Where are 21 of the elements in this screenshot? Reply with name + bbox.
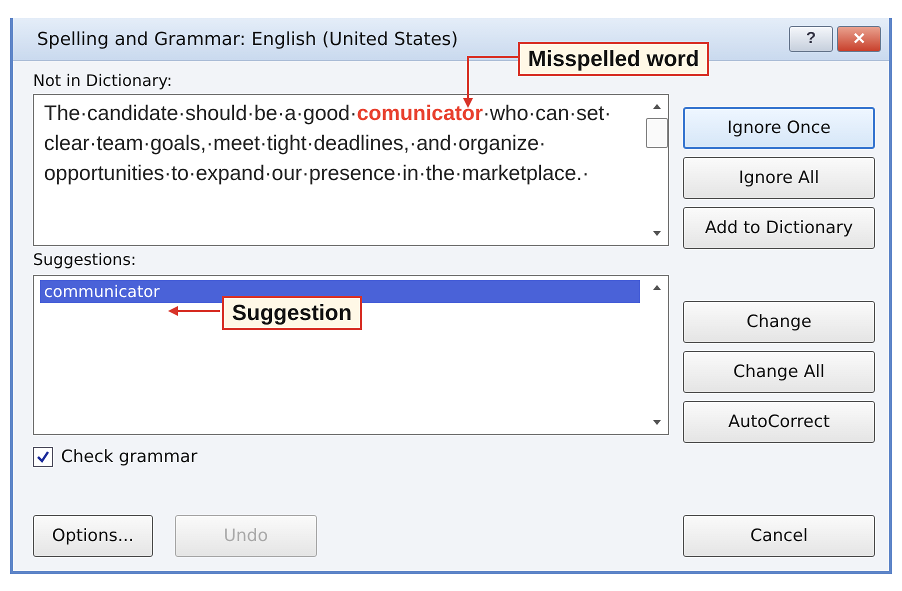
- sentence-field[interactable]: The·candidate·should·be·a·good·comunicator·who·can·set·clear·team·goals,·meet·tight·deadlines,·and·organize·opportunities·to·expand·our·presence·in·the·marketplace.·: [33, 94, 669, 246]
- sentence-text: The·candidate·should·be·a·good·comunicator·who·can·set·clear·team·goals,·meet·tight·deadlines,·and·organize·opportunities·to·expand·our·presence·in·the·marketplace.·: [43, 101, 612, 187]
- dialog-button[interactable]: Options...: [33, 515, 153, 557]
- checkbox-label: Check grammar: [61, 447, 198, 467]
- callout-label: Suggestion: [222, 296, 362, 330]
- callout-label: Misspelled word: [518, 42, 710, 76]
- window-title: Spelling and Grammar: English (United States): [37, 28, 458, 50]
- checkbox[interactable]: [33, 447, 53, 467]
- leader-line: [168, 306, 220, 316]
- dialog-button[interactable]: Ignore Once: [683, 107, 875, 149]
- scroll-thumb[interactable]: [646, 118, 668, 148]
- dialog-button[interactable]: Ignore All: [683, 157, 875, 199]
- dialog-button[interactable]: Change: [683, 301, 875, 343]
- dialog-button[interactable]: Add to Dictionary: [683, 207, 875, 249]
- cancel-button[interactable]: Cancel: [683, 515, 875, 557]
- field-label: Suggestions:: [33, 250, 138, 269]
- suggestion-item[interactable]: communicator: [40, 280, 640, 303]
- dialog-button[interactable]: AutoCorrect: [683, 401, 875, 443]
- field-label: Not in Dictionary:: [33, 71, 174, 90]
- dialog-button[interactable]: Change All: [683, 351, 875, 393]
- help-button[interactable]: ?: [789, 26, 833, 52]
